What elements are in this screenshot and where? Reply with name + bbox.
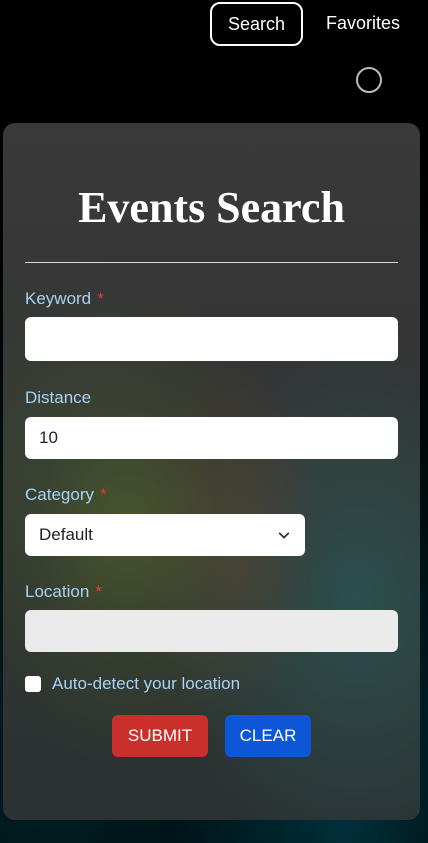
keyword-label: Keyword * — [25, 289, 104, 309]
loading-circle-icon — [356, 67, 382, 93]
search-form-card: Events Search Keyword * Distance 10 Categ… — [3, 123, 420, 820]
distance-label-text: Distance — [25, 388, 92, 407]
required-mark: * — [97, 289, 104, 308]
chevron-down-icon — [278, 532, 290, 539]
page-title: Events Search — [78, 183, 345, 232]
location-label: Location * — [25, 582, 102, 602]
category-label: Category * — [25, 485, 107, 505]
clear-button[interactable]: CLEAR — [225, 715, 311, 757]
location-input[interactable] — [25, 610, 398, 652]
category-label-text: Category — [25, 485, 94, 504]
required-mark: * — [99, 485, 107, 504]
top-nav: Search Favorites — [0, 0, 428, 55]
required-mark: * — [95, 582, 102, 601]
title-divider — [25, 262, 398, 263]
submit-button[interactable]: SUBMIT — [112, 715, 208, 757]
distance-input[interactable]: 10 — [25, 417, 398, 459]
category-selected-value: Default — [39, 525, 93, 544]
category-select[interactable]: Default — [25, 514, 305, 556]
auto-detect-label: Auto-detect your location — [52, 674, 241, 693]
distance-label: Distance — [25, 388, 91, 408]
nav-favorites-link[interactable]: Favorites — [326, 13, 400, 34]
page: Search Favorites Events Search Keyword * … — [0, 0, 428, 843]
location-label-text: Location — [25, 582, 90, 601]
auto-detect-checkbox[interactable] — [25, 676, 41, 692]
keyword-input[interactable] — [25, 317, 398, 361]
keyword-label-text: Keyword — [25, 289, 92, 308]
nav-search-link[interactable]: Search — [210, 2, 303, 46]
